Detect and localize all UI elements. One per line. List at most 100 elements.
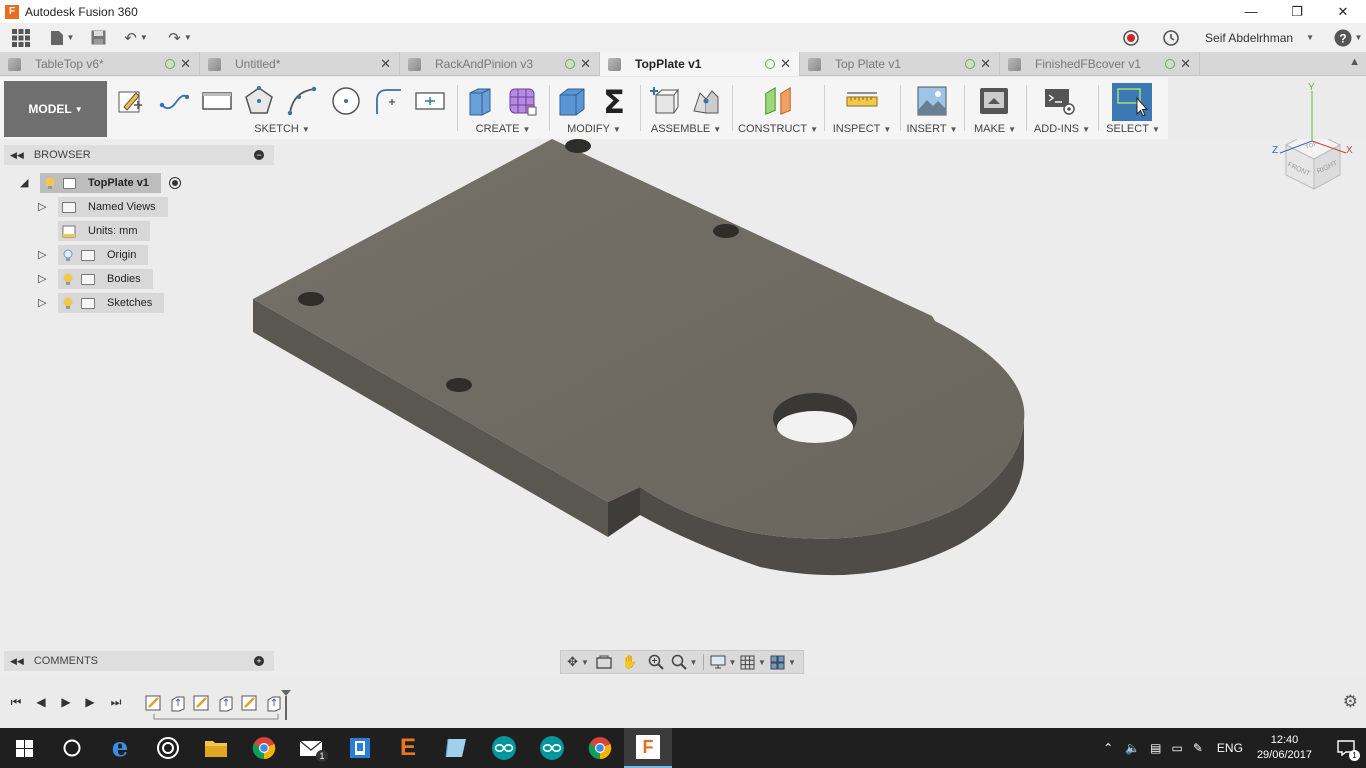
form-button[interactable] <box>506 85 538 117</box>
tab-top-plate[interactable]: Top Plate v1 ✕ <box>800 52 1000 76</box>
visibility-bulb-icon[interactable] <box>45 177 55 189</box>
timeline-marker[interactable] <box>280 690 292 720</box>
visibility-bulb-icon[interactable] <box>63 273 73 285</box>
tab-finishedfbcover[interactable]: FinishedFBcover v1 ✕ <box>1000 52 1200 76</box>
select-button[interactable] <box>1112 83 1152 121</box>
collapse-tabs-chevron-icon[interactable]: ▲ <box>1349 56 1360 68</box>
fit-button[interactable]: ▼ <box>669 652 699 672</box>
close-tab-icon[interactable]: ✕ <box>580 56 591 72</box>
action-center-button[interactable]: 1 <box>1326 728 1366 768</box>
taskbar-chrome[interactable] <box>240 728 288 768</box>
bodies-node[interactable]: Bodies <box>58 269 153 289</box>
grid-settings-button[interactable]: ▼ <box>738 652 768 672</box>
tab-untitled[interactable]: Untitled* ✕ <box>200 52 400 76</box>
redo-button[interactable]: ↷ ▼ <box>158 23 202 52</box>
user-caret-icon[interactable]: ▼ <box>1306 33 1314 42</box>
expand-triangle-icon[interactable]: ▷ <box>38 200 46 213</box>
input-language[interactable]: ENG <box>1217 741 1243 755</box>
zoom-button[interactable] <box>643 652 669 672</box>
close-tab-icon[interactable]: ✕ <box>380 56 391 72</box>
3d-print-button[interactable] <box>978 85 1010 117</box>
network-icon[interactable]: ▭ <box>1172 741 1183 755</box>
close-tab-icon[interactable]: ✕ <box>1180 56 1191 72</box>
cortana-button[interactable] <box>48 728 96 768</box>
step-forward-button[interactable]: ▶​ <box>82 694 98 710</box>
construct-menu[interactable]: CONSTRUCT ▼ <box>736 123 820 135</box>
new-component-button[interactable] <box>648 85 680 117</box>
timeline-sketch-feature[interactable] <box>241 694 259 712</box>
taskbar-arduino-2[interactable] <box>528 728 576 768</box>
workspace-switcher[interactable]: MODEL ▼ <box>4 81 107 137</box>
visibility-bulb-off-icon[interactable] <box>63 249 73 261</box>
taskbar-file-explorer[interactable] <box>192 728 240 768</box>
arc-tool-button[interactable] <box>286 85 318 117</box>
tab-topplate-active[interactable]: TopPlate v1 ✕ <box>600 52 800 76</box>
units-node[interactable]: Units: mm <box>58 221 150 241</box>
top-plate-model[interactable] <box>0 139 1366 676</box>
add-comment-icon[interactable]: + <box>254 656 264 666</box>
browser-panel-header[interactable]: ◀◀ BROWSER − <box>4 145 274 165</box>
press-pull-button[interactable] <box>556 85 588 117</box>
measure-button[interactable] <box>846 85 878 117</box>
step-back-button[interactable]: ◀​ <box>33 694 49 710</box>
collapse-triangle-icon[interactable]: ◢ <box>20 176 28 189</box>
browser-item-named-views[interactable]: ▷ Named Views <box>38 197 168 217</box>
circle-tool-button[interactable] <box>330 85 362 117</box>
file-menu-button[interactable]: ▼ <box>42 23 82 52</box>
timeline-extrude-feature[interactable] <box>217 694 235 712</box>
insert-image-button[interactable] <box>916 85 948 117</box>
undo-button[interactable]: ↶ ▼ <box>114 23 158 52</box>
joint-button[interactable] <box>690 85 722 117</box>
polygon-tool-button[interactable] <box>243 85 275 117</box>
save-button[interactable] <box>82 23 114 52</box>
activate-component-icon[interactable] <box>168 177 181 189</box>
named-views-node[interactable]: Named Views <box>58 197 168 217</box>
fillet-tool-button[interactable] <box>372 85 404 117</box>
volume-icon[interactable]: 🔈 <box>1125 741 1140 755</box>
pen-icon[interactable]: ✎ <box>1193 741 1203 755</box>
browser-item-units[interactable]: Units: mm <box>38 221 150 241</box>
select-menu[interactable]: SELECT ▼ <box>1102 123 1164 135</box>
browser-root-row[interactable]: ◢ TopPlate v1 <box>20 173 181 193</box>
browser-item-bodies[interactable]: ▷ Bodies <box>38 269 153 289</box>
extrude-button[interactable] <box>464 85 496 117</box>
look-at-button[interactable] <box>591 652 617 672</box>
sketches-node[interactable]: Sketches <box>58 293 165 313</box>
modify-menu[interactable]: MODIFY ▼ <box>552 123 636 135</box>
job-status-button[interactable] <box>1151 23 1191 52</box>
inspect-menu[interactable]: INSPECT ▼ <box>828 123 896 135</box>
expand-triangle-icon[interactable]: ▷ <box>38 272 46 285</box>
offset-plane-button[interactable] <box>762 85 794 117</box>
scripts-addins-button[interactable] <box>1044 85 1076 117</box>
timeline-sketch-feature[interactable] <box>145 694 163 712</box>
pan-button[interactable]: ✋ <box>617 652 643 672</box>
create-menu[interactable]: CREATE ▼ <box>460 123 546 135</box>
text-tool-button[interactable] <box>414 85 446 117</box>
taskbar-edge[interactable]: e <box>96 728 144 768</box>
taskbar-mail[interactable]: 1 <box>288 728 336 768</box>
timeline-sketch-feature[interactable] <box>193 694 211 712</box>
taskbar-fusion-360[interactable]: F <box>624 728 672 768</box>
taskbar-steam-like[interactable] <box>144 728 192 768</box>
sketch-menu[interactable]: SKETCH ▼ <box>222 123 342 135</box>
close-tab-icon[interactable]: ✕ <box>780 56 791 72</box>
taskbar-sketch-app[interactable] <box>432 728 480 768</box>
start-button[interactable] <box>0 728 48 768</box>
play-button[interactable]: ▶ <box>58 694 74 710</box>
go-to-end-button[interactable]: ⏭ <box>108 694 124 710</box>
browser-item-sketches[interactable]: ▷ Sketches <box>38 293 165 313</box>
clock[interactable]: 12:40 29/06/2017 <box>1257 733 1312 763</box>
create-sketch-button[interactable] <box>114 85 146 117</box>
display-settings-button[interactable]: ▼ <box>708 652 738 672</box>
origin-node[interactable]: Origin <box>58 245 149 265</box>
browser-minimize-icon[interactable]: − <box>254 150 264 160</box>
expand-triangle-icon[interactable]: ▷ <box>38 248 46 261</box>
line-tool-button[interactable] <box>158 85 190 117</box>
collapse-panel-icon[interactable]: ◀◀ <box>10 656 24 667</box>
record-button[interactable] <box>1111 23 1151 52</box>
taskbar-store-app[interactable] <box>336 728 384 768</box>
collapse-panel-icon[interactable]: ◀◀ <box>10 150 24 161</box>
taskbar-e-app[interactable]: E <box>384 728 432 768</box>
taskbar-chrome-2[interactable] <box>576 728 624 768</box>
addins-menu[interactable]: ADD-INS ▼ <box>1030 123 1094 135</box>
